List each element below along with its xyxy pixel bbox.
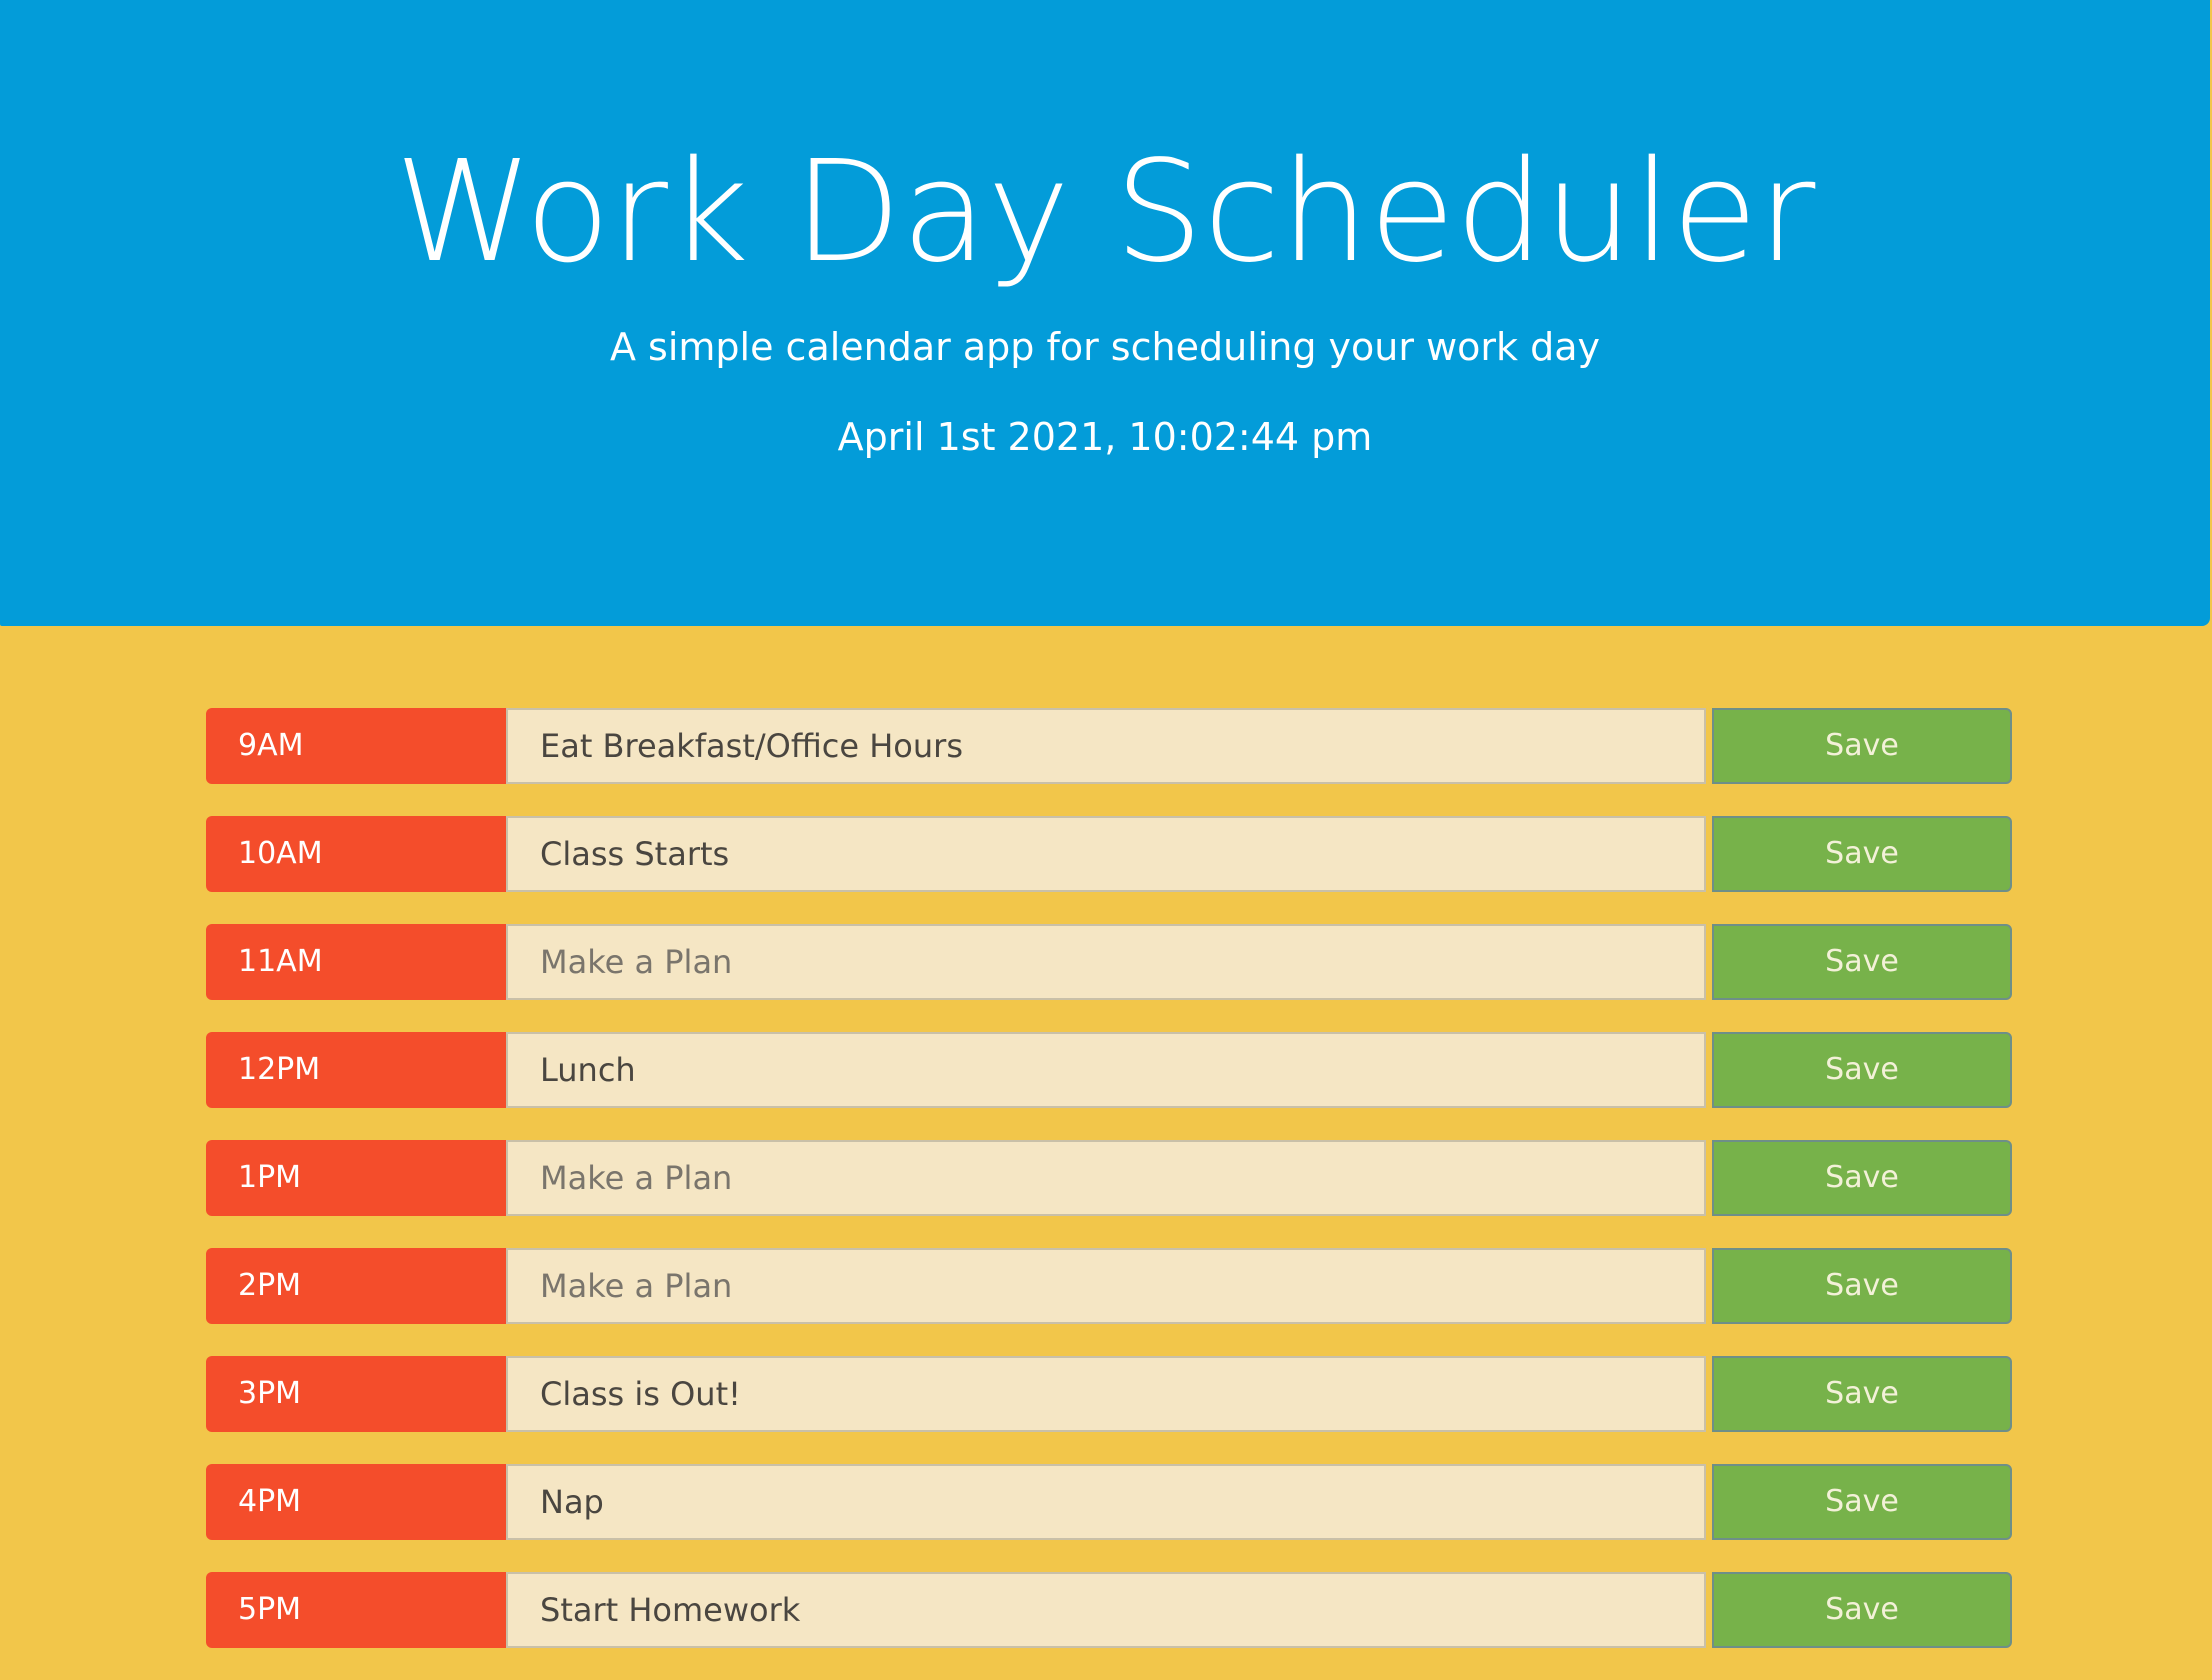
time-block-row: 12PM Save <box>206 1032 2012 1108</box>
time-block-row: 1PM Save <box>206 1140 2012 1216</box>
hour-label: 9AM <box>206 708 506 784</box>
time-block-row: 4PM Save <box>206 1464 2012 1540</box>
save-button[interactable]: Save <box>1712 1464 2012 1540</box>
header-jumbotron: Work Day Scheduler A simple calendar app… <box>0 0 2210 626</box>
time-block-row: 2PM Save <box>206 1248 2012 1324</box>
page-subtitle: A simple calendar app for scheduling you… <box>609 325 1601 369</box>
save-button[interactable]: Save <box>1712 924 2012 1000</box>
hour-label: 2PM <box>206 1248 506 1324</box>
schedule-container: 9AM Save 10AM Save 11AM Save 12PM Save 1… <box>206 708 2012 1680</box>
event-description-input[interactable] <box>506 1032 1706 1108</box>
time-block-row: 9AM Save <box>206 708 2012 784</box>
time-block-row: 5PM Save <box>206 1572 2012 1648</box>
event-description-input[interactable] <box>506 708 1706 784</box>
save-button[interactable]: Save <box>1712 1356 2012 1432</box>
time-block-row: 3PM Save <box>206 1356 2012 1432</box>
event-description-input[interactable] <box>506 1464 1706 1540</box>
save-button[interactable]: Save <box>1712 708 2012 784</box>
event-description-input[interactable] <box>506 924 1706 1000</box>
hour-label: 10AM <box>206 816 506 892</box>
page-title: Work Day Scheduler <box>394 131 1816 294</box>
current-datetime: April 1st 2021, 10:02:44 pm <box>837 415 1373 459</box>
save-button[interactable]: Save <box>1712 1248 2012 1324</box>
time-block-row: 10AM Save <box>206 816 2012 892</box>
hour-label: 3PM <box>206 1356 506 1432</box>
save-button[interactable]: Save <box>1712 816 2012 892</box>
hour-label: 4PM <box>206 1464 506 1540</box>
event-description-input[interactable] <box>506 1140 1706 1216</box>
time-block-row: 11AM Save <box>206 924 2012 1000</box>
hour-label: 12PM <box>206 1032 506 1108</box>
event-description-input[interactable] <box>506 1356 1706 1432</box>
save-button[interactable]: Save <box>1712 1032 2012 1108</box>
save-button[interactable]: Save <box>1712 1140 2012 1216</box>
event-description-input[interactable] <box>506 1248 1706 1324</box>
save-button[interactable]: Save <box>1712 1572 2012 1648</box>
hour-label: 1PM <box>206 1140 506 1216</box>
hour-label: 11AM <box>206 924 506 1000</box>
hour-label: 5PM <box>206 1572 506 1648</box>
event-description-input[interactable] <box>506 816 1706 892</box>
event-description-input[interactable] <box>506 1572 1706 1648</box>
